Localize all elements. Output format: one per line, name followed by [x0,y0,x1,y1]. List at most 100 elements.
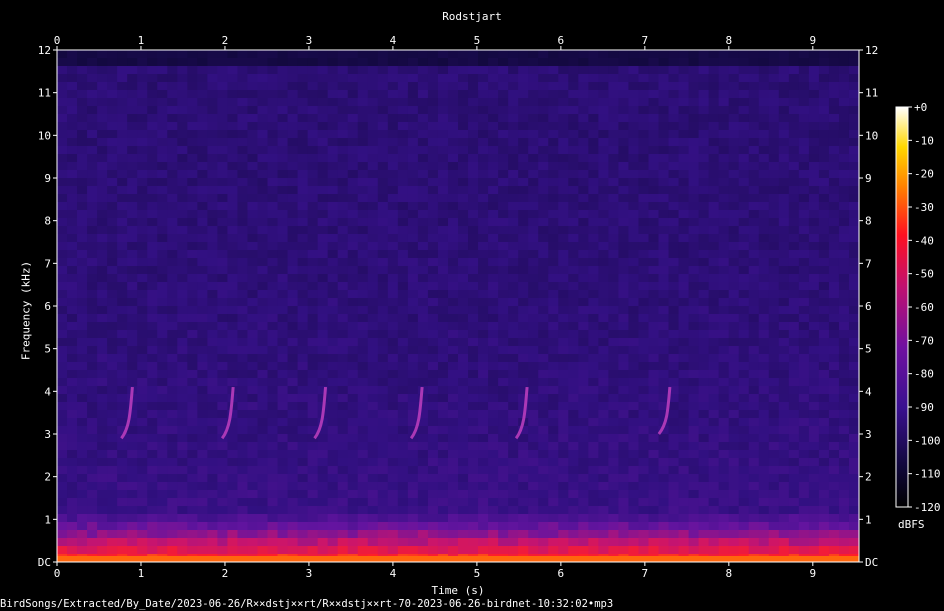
spectrogram-cell [678,210,690,219]
spectrogram-cell [327,122,339,131]
spectrogram-cell [157,394,168,403]
spectrogram-cell [488,266,499,275]
spectrogram-cell [468,362,479,371]
spectrogram-cell [838,498,850,507]
spectrogram-cell [227,282,238,291]
spectrogram-cell [397,50,409,59]
spectrogram-cell [207,530,218,539]
spectrogram-cell [357,106,369,115]
spectrogram-cell [518,442,529,451]
spectrogram-cell [608,434,619,443]
spectrogram-cell [498,354,509,363]
spectrogram-cell [107,226,118,235]
spectrogram-cell [578,346,589,355]
spectrogram-cell [367,218,379,227]
spectrogram-cell [588,466,599,475]
spectrogram-cell [838,218,850,227]
spectrogram-cell [848,250,860,259]
spectrogram-cell [437,138,449,147]
spectrogram-cell [427,346,439,355]
spectrogram-cell [728,410,740,419]
spectrogram-cell [397,546,409,555]
spectrogram-cell [337,258,349,267]
spectrogram-cell [848,458,860,467]
spectrogram-cell [518,258,529,267]
spectrogram-cell [317,202,329,211]
spectrogram-cell [748,234,760,243]
spectrogram-cell [698,482,710,491]
spectrogram-cell [117,82,128,91]
spectrogram-cell [558,122,569,131]
spectrogram-cell [117,122,128,131]
spectrogram-cell [638,138,649,147]
spectrogram-cell [778,354,790,363]
spectrogram-cell [778,370,790,379]
spectrogram-cell [498,370,509,379]
spectrogram-cell [608,466,619,475]
spectrogram-cell [528,506,539,515]
spectrogram-cell [558,114,569,123]
spectrogram-cell [377,498,389,507]
spectrogram-cell [237,442,248,451]
spectrogram-cell [458,482,469,491]
spectrogram-cell [427,218,439,227]
spectrogram-cell [247,218,258,227]
spectrogram-cell [277,202,289,211]
spectrogram-cell [538,274,549,283]
spectrogram-cell [638,242,649,251]
spectrogram-cell [267,266,279,275]
spectrogram-cell [417,250,429,259]
spectrogram-cell [277,434,289,443]
spectrogram-cell [337,490,349,499]
spectrogram-cell [518,122,529,131]
spectrogram-cell [117,66,128,75]
spectrogram-cell [768,250,780,259]
spectrogram-cell [568,218,579,227]
spectrogram-cell [818,402,830,411]
spectrogram-cell [738,378,750,387]
spectrogram-cell [548,378,559,387]
spectrogram-cell [317,226,329,235]
spectrogram-cell [387,146,399,155]
spectrogram-cell [147,530,158,539]
spectrogram-cell [447,522,459,531]
spectrogram-cell [137,322,148,331]
spectrogram-cell [337,442,349,451]
spectrogram-cell [167,106,178,115]
spectrogram-cell [277,362,289,371]
spectrogram-cell [97,402,108,411]
spectrogram-cell [157,186,168,195]
spectrogram-cell [598,242,609,251]
spectrogram-cell [708,122,720,131]
spectrogram-cell [307,154,319,163]
spectrogram-cell [157,274,168,283]
spectrogram-cell [367,370,379,379]
spectrogram-cell [267,426,279,435]
spectrogram-cell [367,458,379,467]
spectrogram-cell [227,154,238,163]
spectrogram-cell [508,458,519,467]
spectrogram-cell [558,282,569,291]
spectrogram-cell [748,82,760,91]
spectrogram-cell [578,274,589,283]
spectrogram-cell [458,186,469,195]
spectrogram-cell [77,250,88,259]
spectrogram-cell [688,138,700,147]
spectrogram-cell [588,106,599,115]
spectrogram-cell [297,258,309,267]
spectrogram-cell [217,314,228,323]
spectrogram-cell [87,194,98,203]
spectrogram-cell [738,386,750,395]
spectrogram-cell [127,82,138,91]
spectrogram-cell [518,202,529,211]
spectrogram-cell [568,330,579,339]
spectrogram-cell [197,66,208,75]
spectrogram-cell [838,466,850,475]
spectrogram-cell [748,242,760,251]
spectrogram-cell [648,298,660,307]
spectrogram-cell [458,506,469,515]
spectrogram-cell [818,450,830,459]
spectrogram-cell [718,450,730,459]
spectrogram-cell [798,130,810,139]
spectrogram-cell [247,154,258,163]
